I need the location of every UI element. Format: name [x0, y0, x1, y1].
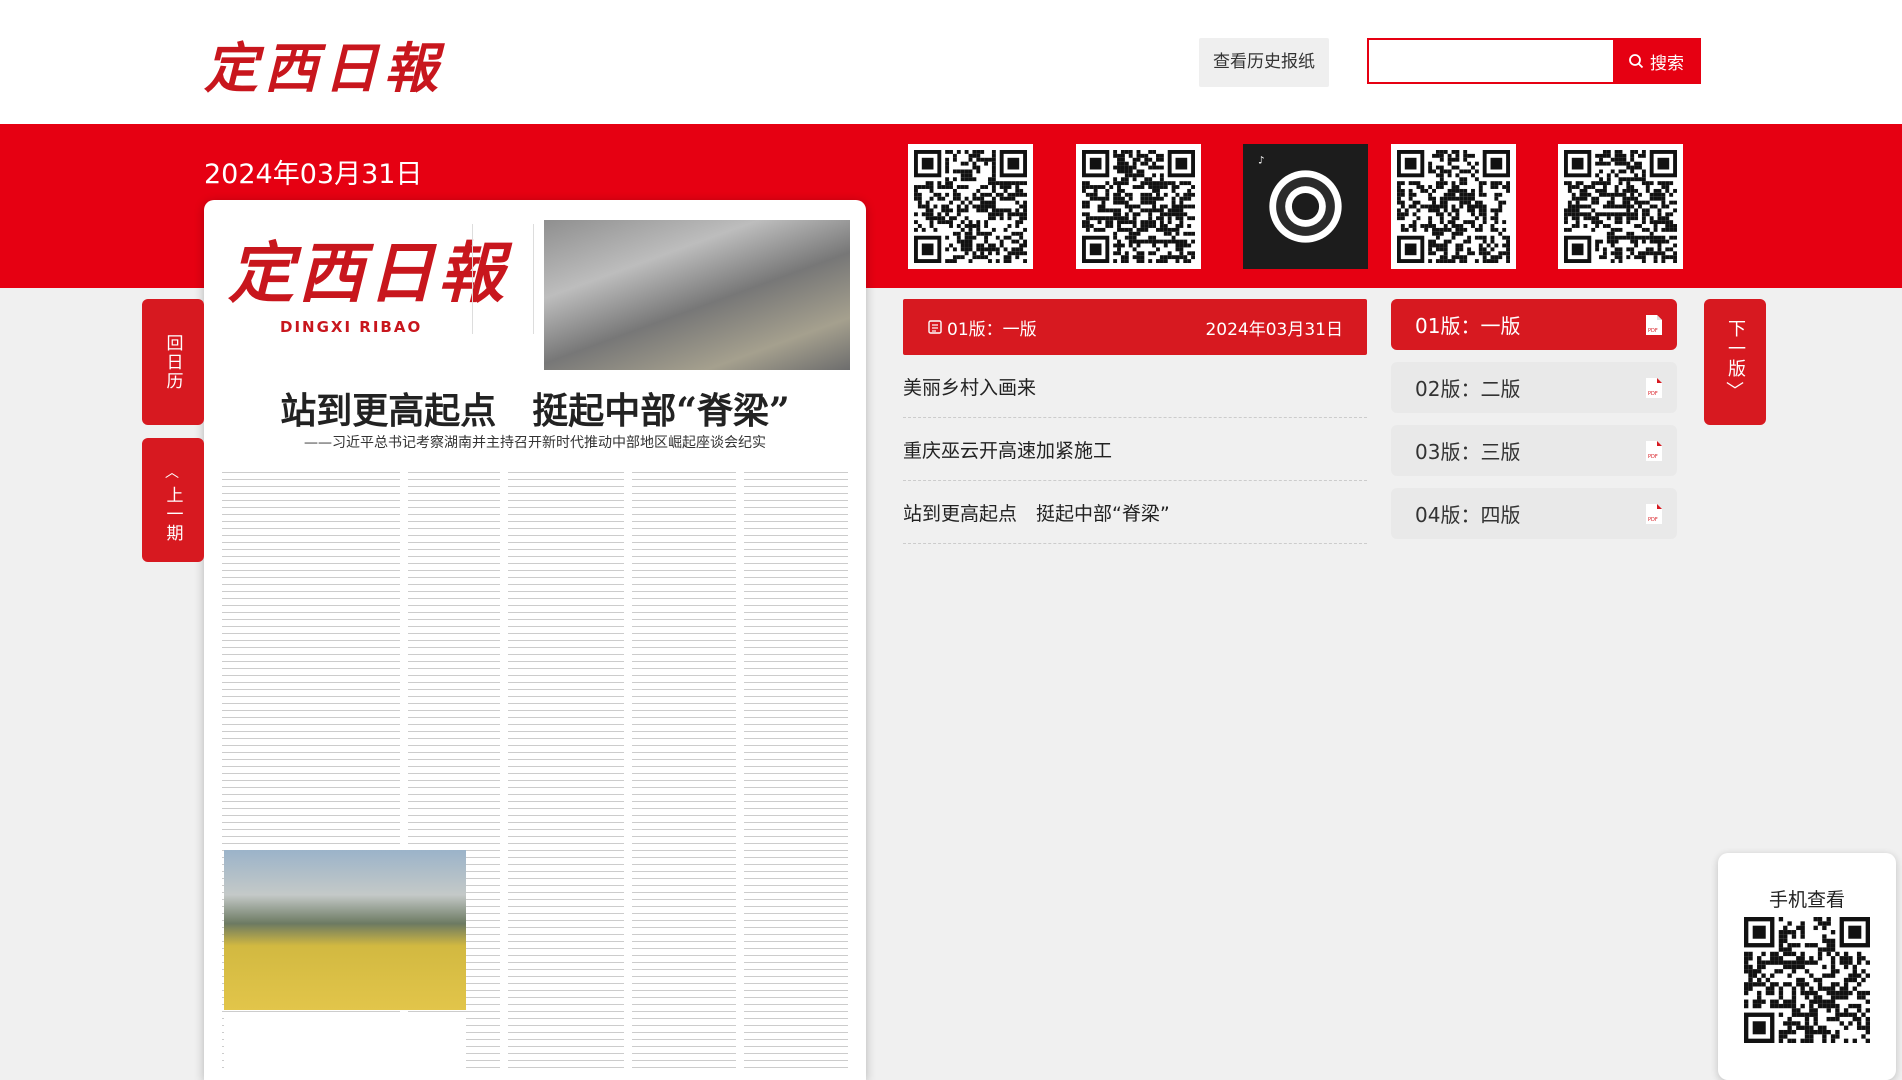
document-icon — [927, 319, 943, 335]
column-divider — [736, 472, 744, 1072]
current-edition-label: 01版：一版 — [947, 319, 1037, 340]
back-to-calendar-button[interactable]: 回日历 — [142, 299, 204, 425]
qr-code-xindingxi — [908, 144, 1033, 269]
edition-list: 01版：一版 PDF 02版：二版 PDF 03版：三版 PDF 04版：四版 … — [1391, 299, 1677, 551]
history-papers-button[interactable]: 查看历史报纸 — [1199, 38, 1329, 87]
article-link[interactable]: 重庆巫云开高速加紧施工 — [903, 418, 1367, 481]
newspaper-date-block — [472, 224, 534, 334]
search-button-label: 搜索 — [1650, 53, 1684, 74]
search-bar: 搜索 — [1367, 38, 1701, 84]
next-edition-button[interactable]: 下一版 ﹀ — [1704, 299, 1766, 425]
newspaper-page-preview[interactable]: 定西日報 DINGXI RIBAO 站到更高起点 挺起中部“脊梁” ——习近平总… — [204, 200, 866, 1080]
pdf-icon[interactable]: PDF — [1645, 314, 1663, 336]
pdf-icon[interactable]: PDF — [1645, 503, 1663, 525]
newspaper-photo-caption — [224, 1012, 466, 1072]
newspaper-headline[interactable]: 站到更高起点 挺起中部“脊梁” — [204, 382, 866, 434]
previous-issue-label: 上一期 — [162, 485, 183, 543]
column-divider — [624, 472, 632, 1072]
edition-label: 02版：二版 — [1415, 377, 1521, 401]
svg-text:PDF: PDF — [1648, 454, 1658, 460]
newspaper-pinyin: DINGXI RIBAO — [280, 318, 423, 336]
edition-item-03[interactable]: 03版：三版 PDF — [1391, 425, 1677, 476]
newspaper-subheadline: ——习近平总书记考察湖南并主持召开新时代推动中部地区崛起座谈会纪实 — [304, 435, 766, 451]
edition-label: 01版：一版 — [1415, 314, 1521, 338]
chevron-down-icon: ﹀ — [1726, 381, 1744, 402]
column-divider — [500, 472, 508, 1072]
pdf-icon[interactable]: PDF — [1645, 440, 1663, 462]
search-button[interactable]: 搜索 — [1613, 40, 1699, 82]
qr-code-douyin: ♪ — [1243, 144, 1368, 269]
next-edition-label: 下一版 — [1725, 319, 1746, 379]
current-edition-header: 01版：一版 2024年03月31日 — [903, 299, 1367, 355]
newspaper-bottom-photo — [224, 850, 466, 1010]
top-bar: 定西日報 查看历史报纸 搜索 — [0, 0, 1902, 124]
edition-label: 04版：四版 — [1415, 503, 1521, 527]
svg-text:PDF: PDF — [1648, 517, 1658, 523]
current-date: 2024年03月31日 — [204, 159, 423, 190]
site-logo[interactable]: 定西日報 — [204, 24, 444, 103]
qr-code-wechat — [1076, 144, 1201, 269]
mobile-view-label: 手机查看 — [1768, 889, 1845, 911]
article-link[interactable]: 站到更高起点 挺起中部“脊梁” — [903, 481, 1367, 544]
calendar-button-label: 回日历 — [162, 333, 183, 391]
search-input[interactable] — [1369, 40, 1613, 82]
chevron-up-icon: ︿ — [165, 464, 181, 481]
pdf-icon[interactable]: PDF — [1645, 377, 1663, 399]
edition-item-02[interactable]: 02版：二版 PDF — [1391, 362, 1677, 413]
edition-item-04[interactable]: 04版：四版 PDF — [1391, 488, 1677, 539]
current-edition-date: 2024年03月31日 — [1205, 319, 1343, 340]
svg-text:♪: ♪ — [1258, 156, 1264, 167]
edition-label: 03版：三版 — [1415, 440, 1521, 464]
svg-text:PDF: PDF — [1648, 391, 1658, 397]
article-link[interactable]: 美丽乡村入画来 — [903, 355, 1367, 418]
newspaper-top-photo — [544, 220, 850, 370]
svg-text:PDF: PDF — [1648, 328, 1658, 334]
mobile-qr-code — [1744, 917, 1870, 1043]
mobile-view-panel: 手机查看 — [1718, 853, 1896, 1080]
newspaper-masthead: 定西日報 — [228, 234, 508, 312]
search-icon — [1628, 53, 1644, 69]
previous-issue-button[interactable]: ︿ 上一期 — [142, 438, 204, 562]
qr-code-xuexi — [1558, 144, 1683, 269]
edition-item-01[interactable]: 01版：一版 PDF — [1391, 299, 1677, 350]
article-list: 01版：一版 2024年03月31日 美丽乡村入画来 重庆巫云开高速加紧施工 站… — [903, 299, 1367, 544]
qr-code-website — [1391, 144, 1516, 269]
